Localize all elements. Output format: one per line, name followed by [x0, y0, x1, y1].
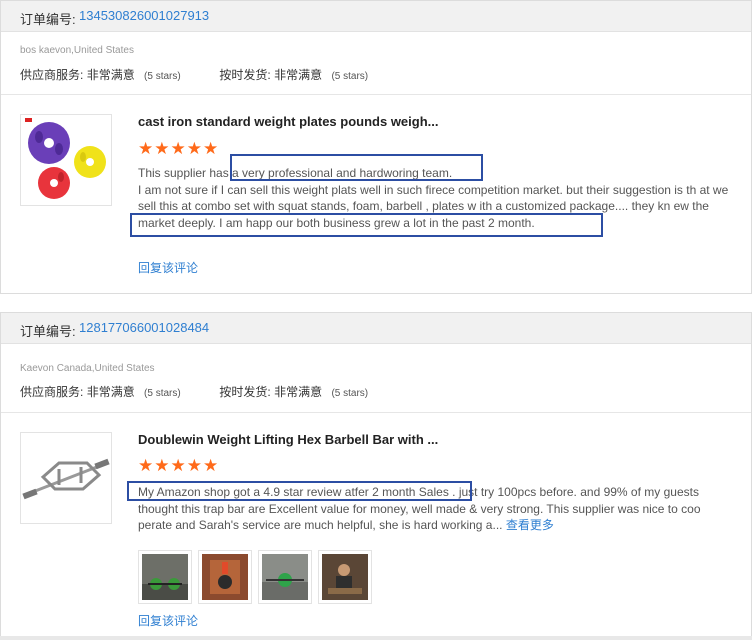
- order-card: 订单编号: 128177066001028484 Kaevon Canada,U…: [0, 312, 752, 640]
- shipping-label: 按时发货:: [219, 385, 271, 399]
- star-icon: ★: [138, 139, 154, 158]
- product-title[interactable]: cast iron standard weight plates pounds …: [138, 114, 439, 129]
- reply-review-link[interactable]: 回复该评论: [138, 259, 198, 276]
- service-stars: (5 stars): [144, 71, 181, 82]
- order-header: 订单编号: 128177066001028484: [1, 313, 751, 344]
- supplier-ratings: 供应商服务: 非常满意 (5 stars) 按时发货: 非常满意 (5 star…: [20, 383, 368, 400]
- star-icon: ★: [186, 456, 202, 475]
- review-photo[interactable]: [198, 550, 252, 604]
- review-stars: ★★★★★: [138, 456, 219, 475]
- buyer-name: bos kaevon,United States: [20, 45, 134, 56]
- star-icon: ★: [203, 139, 219, 158]
- order-number-link[interactable]: 134530826001027913: [79, 8, 209, 23]
- service-label: 供应商服务:: [20, 385, 84, 399]
- gym-photo-2: [202, 554, 248, 600]
- shipping-stars: (5 stars): [331, 71, 369, 82]
- highlight-box: [130, 213, 603, 237]
- shipping-value: 非常满意: [274, 385, 323, 399]
- service-value: 非常满意: [86, 68, 135, 82]
- review-photo[interactable]: [258, 550, 312, 604]
- supplier-ratings: 供应商服务: 非常满意 (5 stars) 按时发货: 非常满意 (5 star…: [20, 66, 368, 83]
- star-icon: ★: [186, 139, 202, 158]
- star-icon: ★: [154, 456, 170, 475]
- service-stars: (5 stars): [144, 388, 181, 399]
- service-label: 供应商服务:: [20, 68, 84, 82]
- review-photo[interactable]: [318, 550, 372, 604]
- star-icon: ★: [203, 456, 219, 475]
- see-more-link[interactable]: 查看更多: [506, 518, 554, 532]
- divider: [1, 94, 751, 95]
- weight-plates-image: [21, 115, 111, 205]
- gym-photo-4: [322, 554, 368, 600]
- gym-photo-1: [142, 554, 188, 600]
- star-icon: ★: [138, 456, 154, 475]
- star-icon: ★: [154, 139, 170, 158]
- order-card: 订单编号: 134530826001027913 bos kaevon,Unit…: [0, 0, 752, 294]
- review-photo[interactable]: [138, 550, 192, 604]
- order-number-link[interactable]: 128177066001028484: [79, 320, 209, 335]
- product-thumbnail[interactable]: [20, 114, 112, 206]
- order-number-label: 订单编号:: [20, 12, 76, 27]
- hex-barbell-image: [21, 433, 111, 523]
- order-number-label: 订单编号:: [20, 324, 76, 339]
- highlight-box: [230, 154, 483, 181]
- divider: [0, 636, 752, 640]
- buyer-name: Kaevon Canada,United States: [20, 363, 155, 374]
- star-icon: ★: [170, 139, 186, 158]
- shipping-label: 按时发货:: [219, 68, 271, 82]
- gym-photo-3: [262, 554, 308, 600]
- star-icon: ★: [170, 456, 186, 475]
- service-value: 非常满意: [86, 385, 135, 399]
- divider: [1, 412, 751, 413]
- product-thumbnail[interactable]: [20, 432, 112, 524]
- shipping-value: 非常满意: [274, 68, 323, 82]
- highlight-box: [127, 481, 472, 501]
- shipping-stars: (5 stars): [331, 388, 369, 399]
- product-title[interactable]: Doublewin Weight Lifting Hex Barbell Bar…: [138, 432, 438, 447]
- reply-review-link[interactable]: 回复该评论: [138, 612, 198, 629]
- review-stars: ★★★★★: [138, 139, 219, 158]
- order-header: 订单编号: 134530826001027913: [1, 1, 751, 32]
